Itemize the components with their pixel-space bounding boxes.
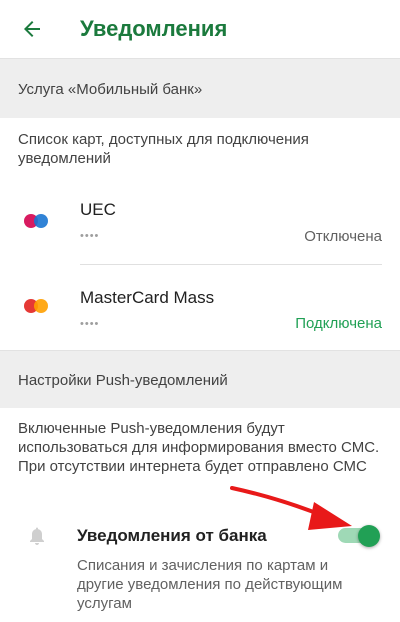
card-name: MasterCard Mass xyxy=(80,288,215,307)
bank-notifications-subtitle: Списания и зачисления по картам и другие… xyxy=(77,557,343,612)
annotation-arrow-icon xyxy=(230,486,352,530)
bell-icon xyxy=(30,527,44,545)
cards-description: Список карт, доступных для подключения у… xyxy=(18,131,309,167)
page-title: Уведомления xyxy=(80,16,228,41)
card-status: Отключена xyxy=(304,228,382,245)
card-row-uec[interactable]: UEC •••• Отключена xyxy=(0,176,400,264)
card-number-mask: •••• xyxy=(80,318,100,330)
arrow-left-icon[interactable] xyxy=(20,17,44,41)
card-status: Подключена xyxy=(295,315,382,332)
logo-circle-right xyxy=(34,299,48,313)
card-row-mastercard-mass[interactable]: MasterCard Mass •••• Подключена xyxy=(0,264,400,352)
app-bar: Уведомления xyxy=(0,0,400,58)
section-header-push-settings: Настройки Push-уведомлений xyxy=(0,350,400,408)
logo-circle-right xyxy=(34,214,48,228)
push-description: Включенные Push-уведомления будут исполь… xyxy=(18,420,380,475)
section-header-mobile-bank: Услуга «Мобильный банк» xyxy=(0,58,400,118)
toggle-thumb xyxy=(358,525,380,547)
mastercard-logo-icon xyxy=(24,299,48,313)
card-name: UEC xyxy=(80,200,116,219)
section-title: Услуга «Мобильный банк» xyxy=(18,81,203,98)
section-title: Настройки Push-уведомлений xyxy=(18,372,228,389)
card-number-mask: •••• xyxy=(80,230,100,242)
card-logo-icon xyxy=(24,214,48,228)
